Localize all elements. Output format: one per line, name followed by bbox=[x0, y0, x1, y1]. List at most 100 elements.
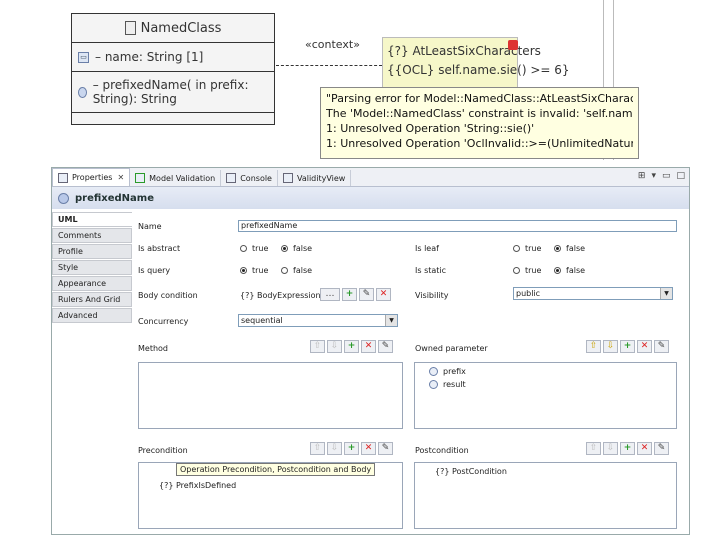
precondition-tooltip: Operation Precondition, Postcondition an… bbox=[176, 463, 376, 476]
pin-icon[interactable]: ⊞ bbox=[638, 171, 646, 181]
is-query-true-radio[interactable]: true bbox=[240, 266, 268, 275]
body-expression-value[interactable]: {?} BodyExpression bbox=[240, 291, 321, 300]
is-leaf-true-radio[interactable]: true bbox=[513, 244, 541, 253]
sidetab-uml[interactable]: UML bbox=[52, 212, 132, 227]
properties-title-bar: prefixedName bbox=[52, 187, 689, 209]
class-shape[interactable]: NamedClass ▭ – name: String [1] – prefix… bbox=[71, 13, 275, 125]
move-down-icon[interactable]: ⇩ bbox=[327, 442, 342, 455]
console-icon bbox=[226, 173, 237, 183]
chevron-down-icon[interactable]: ▼ bbox=[385, 315, 397, 326]
edit-icon[interactable]: ✎ bbox=[654, 442, 669, 455]
sidetab-rulers-and-grid[interactable]: Rulers And Grid bbox=[52, 292, 132, 307]
delete-icon[interactable]: ✕ bbox=[361, 340, 376, 353]
sidetab-style[interactable]: Style bbox=[52, 260, 132, 275]
list-item-label: prefix bbox=[443, 367, 466, 376]
close-icon[interactable]: ✕ bbox=[117, 173, 124, 182]
is-query-false-radio[interactable]: false bbox=[281, 266, 312, 275]
method-list[interactable] bbox=[138, 362, 403, 429]
error-icon bbox=[508, 40, 518, 50]
owned-parameter-list[interactable]: prefix result bbox=[414, 362, 677, 429]
move-down-icon[interactable]: ⇩ bbox=[603, 442, 618, 455]
tooltip-line: "Parsing error for Model::NamedClass::At… bbox=[326, 92, 633, 105]
visibility-value: public bbox=[516, 289, 541, 298]
minimize-icon[interactable]: ▭ bbox=[662, 171, 671, 181]
check-icon bbox=[135, 173, 146, 183]
add-icon[interactable]: + bbox=[342, 288, 357, 301]
delete-icon[interactable]: ✕ bbox=[637, 442, 652, 455]
concurrency-select[interactable]: sequential ▼ bbox=[238, 314, 398, 327]
is-static-label: Is static bbox=[415, 266, 447, 275]
is-query-label: Is query bbox=[138, 266, 171, 275]
is-static-false-radio[interactable]: false bbox=[554, 266, 585, 275]
radio-label: true bbox=[252, 244, 269, 253]
edit-icon[interactable]: ✎ bbox=[378, 442, 393, 455]
chevron-down-icon[interactable]: ▼ bbox=[660, 288, 672, 299]
list-item[interactable]: {?} PostCondition bbox=[415, 465, 676, 478]
add-icon[interactable]: + bbox=[620, 340, 635, 353]
attribute-row[interactable]: ▭ – name: String [1] bbox=[72, 43, 274, 72]
edit-icon[interactable]: ✎ bbox=[359, 288, 374, 301]
move-up-icon[interactable]: ⇧ bbox=[310, 340, 325, 353]
list-item[interactable]: result bbox=[415, 378, 676, 391]
postcondition-list[interactable]: {?} PostCondition bbox=[414, 462, 677, 529]
sidetab-profile[interactable]: Profile bbox=[52, 244, 132, 259]
radio-label: true bbox=[525, 266, 542, 275]
is-abstract-true-radio[interactable]: true bbox=[240, 244, 268, 253]
tab-validity-view[interactable]: ValidityView bbox=[278, 170, 352, 186]
property-icon: ▭ bbox=[78, 51, 89, 63]
delete-icon[interactable]: ✕ bbox=[361, 442, 376, 455]
radio-label: true bbox=[252, 266, 269, 275]
property-tabs: UML Comments Profile Style Appearance Ru… bbox=[52, 212, 132, 324]
name-label: Name bbox=[138, 222, 162, 231]
tooltip-line: 1: Unresolved Operation 'String::sie()' bbox=[326, 122, 535, 135]
tab-model-validation[interactable]: Model Validation bbox=[130, 170, 222, 186]
parameter-icon bbox=[429, 380, 438, 389]
sidetab-appearance[interactable]: Appearance bbox=[52, 276, 132, 291]
move-up-icon[interactable]: ⇧ bbox=[586, 442, 601, 455]
radio-label: false bbox=[566, 266, 586, 275]
class-header: NamedClass bbox=[72, 14, 274, 43]
edit-icon[interactable]: ✎ bbox=[654, 340, 669, 353]
move-down-icon[interactable]: ⇩ bbox=[603, 340, 618, 353]
browse-button[interactable]: … bbox=[320, 288, 340, 301]
is-abstract-false-radio[interactable]: false bbox=[281, 244, 312, 253]
is-static-true-radio[interactable]: true bbox=[513, 266, 541, 275]
view-menu-icon[interactable]: ▾ bbox=[651, 171, 656, 181]
postcondition-label: Postcondition bbox=[415, 446, 469, 455]
edit-icon[interactable]: ✎ bbox=[378, 340, 393, 353]
add-icon[interactable]: + bbox=[344, 340, 359, 353]
method-label: Method bbox=[138, 344, 169, 353]
maximize-icon[interactable]: □ bbox=[676, 171, 685, 181]
class-icon bbox=[124, 21, 136, 35]
validity-icon bbox=[282, 173, 293, 183]
tab-label: ValidityView bbox=[296, 173, 346, 183]
add-icon[interactable]: + bbox=[344, 442, 359, 455]
precondition-label: Precondition bbox=[138, 446, 188, 455]
list-item[interactable]: prefix bbox=[415, 365, 676, 378]
is-leaf-false-radio[interactable]: false bbox=[554, 244, 585, 253]
operation-label: – prefixedName( in prefix: String): Stri… bbox=[92, 78, 249, 106]
tab-properties[interactable]: Properties ✕ bbox=[52, 168, 131, 186]
tab-console[interactable]: Console bbox=[221, 170, 278, 186]
add-icon[interactable]: + bbox=[620, 442, 635, 455]
list-item[interactable]: {?} PrefixIsDefined bbox=[139, 479, 402, 492]
is-leaf-label: Is leaf bbox=[415, 244, 439, 253]
delete-icon[interactable]: ✕ bbox=[637, 340, 652, 353]
move-up-icon[interactable]: ⇧ bbox=[586, 340, 601, 353]
attribute-label: – name: String [1] bbox=[95, 50, 204, 64]
sidetab-comments[interactable]: Comments bbox=[52, 228, 132, 243]
context-link[interactable] bbox=[276, 65, 382, 66]
class-name[interactable]: NamedClass bbox=[141, 21, 222, 36]
move-up-icon[interactable]: ⇧ bbox=[310, 442, 325, 455]
tab-label: Console bbox=[240, 173, 272, 183]
delete-icon[interactable]: ✕ bbox=[376, 288, 391, 301]
move-down-icon[interactable]: ⇩ bbox=[327, 340, 342, 353]
sidetab-advanced[interactable]: Advanced bbox=[52, 308, 132, 323]
operation-icon bbox=[78, 86, 87, 98]
constraint-shape[interactable]: {?} AtLeastSixCharacters {{OCL} self.nam… bbox=[382, 37, 570, 89]
constraint-title: {?} AtLeastSixCharacters bbox=[387, 44, 541, 58]
operation-row[interactable]: – prefixedName( in prefix: String): Stri… bbox=[72, 72, 274, 113]
name-field[interactable]: prefixedName bbox=[238, 220, 677, 232]
radio-label: false bbox=[293, 266, 313, 275]
visibility-select[interactable]: public ▼ bbox=[513, 287, 673, 300]
